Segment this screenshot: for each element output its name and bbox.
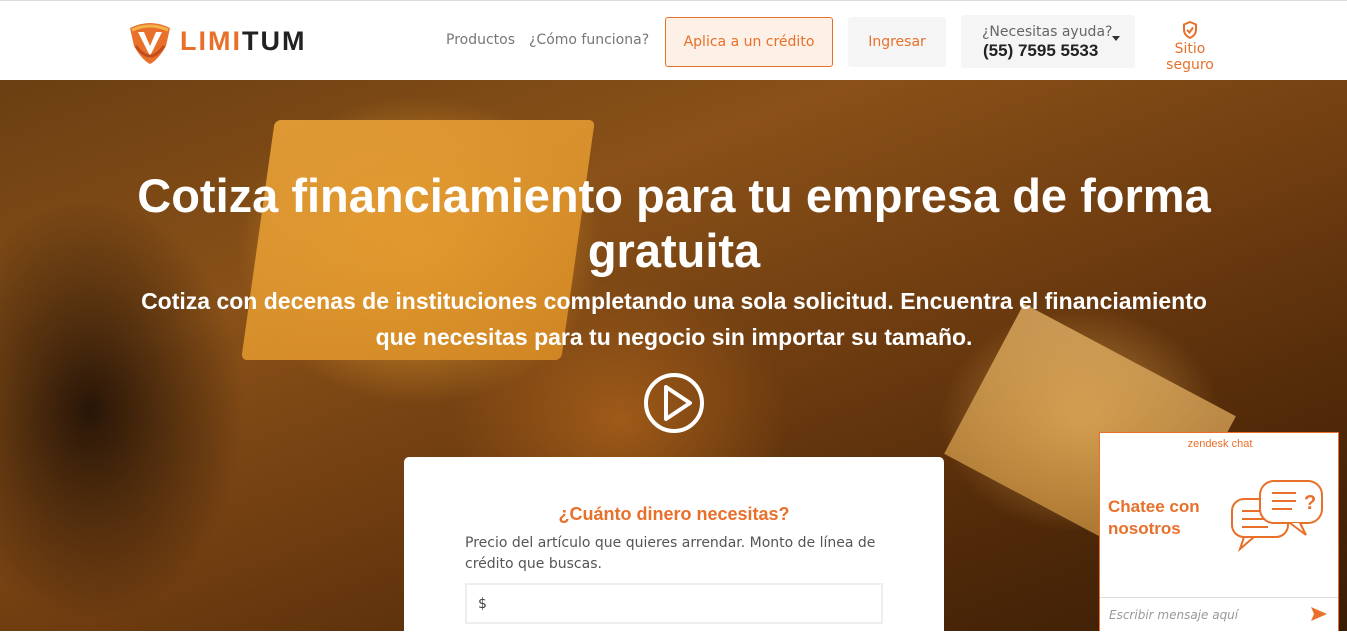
chat-brand: zendesk chat [1187,438,1253,450]
login-button[interactable]: Ingresar [848,17,946,67]
chat-message-input[interactable]: Escribir mensaje aquí [1109,608,1238,622]
chat-widget[interactable]: zendesk chat Chatee con nosotros ? Escri… [1099,432,1339,632]
send-icon[interactable] [1310,606,1328,622]
play-video-icon[interactable] [643,372,705,434]
apply-credit-button[interactable]: Aplica a un crédito [665,17,833,67]
form-description: Precio del artículo que quieres arrendar… [465,535,876,572]
help-phone: (55) 7595 5533 [983,41,1099,60]
chevron-down-icon [1112,36,1120,41]
hero-title: Cotiza financiamiento para tu empresa de… [137,169,1211,277]
limitum-logo[interactable]: LIMITUM [126,16,306,66]
secure-label: Sitio seguro [1166,41,1214,73]
logo-wordmark: LIMITUM [180,25,307,56]
nav-how-it-works[interactable]: ¿Cómo funciona? [529,32,649,48]
currency-prefix: $ [478,595,487,612]
chat-bubbles-icon: ? [1231,480,1323,553]
help-question: ¿Necesitas ayuda? [982,24,1113,40]
chat-headline: Chatee con nosotros [1108,497,1200,538]
secure-site-badge[interactable]: Sitio seguro [1150,21,1230,73]
nav-products[interactable]: Productos [446,32,515,48]
logo-icon [130,23,170,64]
credit-form-card: ¿Cuánto dinero necesitas? Precio del art… [404,457,944,631]
help-dropdown[interactable]: ¿Necesitas ayuda? (55) 7595 5533 [961,15,1135,68]
svg-text:?: ? [1304,492,1316,514]
form-title: ¿Cuánto dinero necesitas? [558,504,790,524]
chat-input-row: Escribir mensaje aquí [1100,597,1338,632]
amount-input[interactable]: $ [465,583,883,624]
site-header: LIMITUM Productos ¿Cómo funciona? Aplica… [0,0,1347,80]
shield-icon [1183,21,1197,39]
hero-subtitle: Cotiza con decenas de instituciones comp… [141,288,1207,350]
